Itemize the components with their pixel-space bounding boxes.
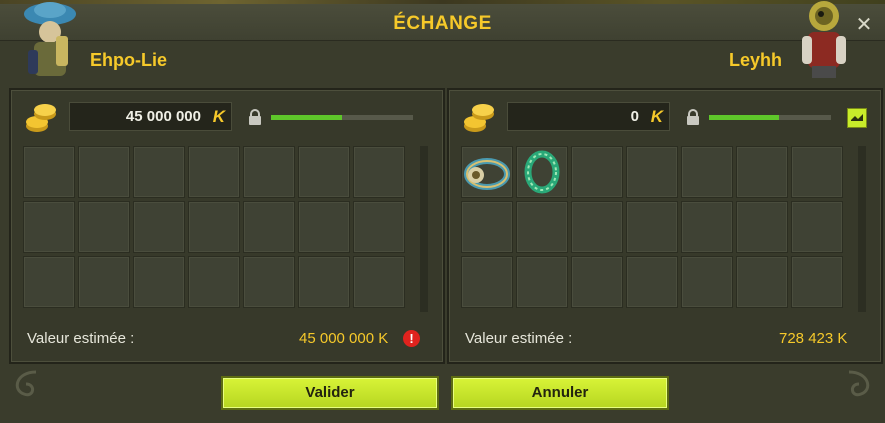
item-grid-right [461, 146, 851, 312]
player-avatar-right [802, 1, 846, 78]
ready-progress-left-fill [271, 115, 342, 120]
inventory-slot[interactable] [516, 201, 568, 253]
cancel-button[interactable]: Annuler [451, 376, 669, 410]
inventory-slot[interactable] [571, 201, 623, 253]
ready-progress-right [709, 115, 831, 120]
close-icon[interactable]: ✕ [852, 13, 876, 37]
kamas-value-left: 45 000 000 [125, 108, 201, 125]
left-trade-panel: 45 000 000 K Valeur estimée : 45 000 000… [9, 88, 445, 364]
exchange-window: ÉCHANGE ✕ Ehpo-Lie Leyhh 45 000 000 K Va… [0, 0, 885, 423]
item-grid-left [23, 146, 413, 312]
estimated-value-left: 45 000 000 K [299, 330, 389, 347]
inventory-slot[interactable] [78, 256, 130, 308]
estimated-value-label-right: Valeur estimée : [465, 330, 573, 347]
inventory-slot[interactable] [133, 256, 185, 308]
title-bar[interactable]: ÉCHANGE ✕ [0, 4, 885, 41]
ornament-left [15, 370, 37, 397]
player-avatar-left [24, 2, 76, 76]
inventory-slot[interactable] [243, 201, 295, 253]
inventory-slot[interactable] [626, 146, 678, 198]
inventory-slot[interactable] [353, 256, 405, 308]
inventory-slot[interactable] [736, 201, 788, 253]
inventory-slot[interactable] [736, 146, 788, 198]
inventory-slot[interactable] [133, 201, 185, 253]
inventory-slot[interactable] [626, 256, 678, 308]
inventory-slot[interactable] [571, 256, 623, 308]
inventory-slot[interactable] [243, 146, 295, 198]
scrollbar-left[interactable] [420, 146, 428, 312]
inventory-slot[interactable] [736, 256, 788, 308]
ring-item-gold-icon[interactable] [462, 158, 512, 201]
inventory-slot[interactable] [791, 146, 843, 198]
inventory-slot[interactable] [626, 201, 678, 253]
warning-icon[interactable]: ! [403, 330, 420, 347]
inventory-slot[interactable] [298, 256, 350, 308]
inventory-slot[interactable] [243, 256, 295, 308]
inventory-slot[interactable] [681, 201, 733, 253]
inventory-slot[interactable] [298, 201, 350, 253]
inventory-slot[interactable] [78, 146, 130, 198]
kamas-icon: K [212, 107, 225, 126]
inventory-slot[interactable] [188, 256, 240, 308]
scrollbar-right[interactable] [858, 146, 866, 312]
inventory-slot[interactable] [23, 201, 75, 253]
ready-toggle-icon[interactable] [847, 108, 867, 128]
inventory-slot[interactable] [78, 201, 130, 253]
inventory-slot[interactable] [298, 146, 350, 198]
inventory-slot[interactable] [133, 146, 185, 198]
kamas-icon: K [650, 107, 663, 126]
inventory-slot[interactable] [516, 256, 568, 308]
coins-icon [26, 104, 56, 132]
inventory-slot[interactable] [681, 256, 733, 308]
inventory-slot[interactable] [23, 256, 75, 308]
inventory-slot[interactable] [461, 256, 513, 308]
player-name-right: Leyhh [728, 50, 782, 70]
coins-icon [464, 104, 494, 132]
inventory-slot[interactable] [461, 146, 513, 198]
estimated-value-right: 728 423 K [779, 330, 848, 347]
kamas-input-left[interactable]: 45 000 000 K [69, 102, 232, 131]
inventory-slot[interactable] [791, 256, 843, 308]
inventory-slot[interactable] [681, 146, 733, 198]
validate-button[interactable]: Valider [221, 376, 439, 410]
lock-icon[interactable] [247, 109, 263, 125]
player-name-left: Ehpo-Lie [90, 50, 167, 70]
inventory-slot[interactable] [571, 146, 623, 198]
ready-progress-right-fill [709, 115, 779, 120]
inventory-slot[interactable] [353, 201, 405, 253]
inventory-slot[interactable] [188, 201, 240, 253]
inventory-slot[interactable] [461, 201, 513, 253]
estimated-value-label-left: Valeur estimée : [27, 330, 135, 347]
lock-icon [687, 109, 699, 125]
inventory-slot[interactable] [516, 146, 568, 198]
kamas-value-right: 0 [630, 108, 639, 125]
ornament-right [848, 370, 870, 397]
ready-progress-left [271, 115, 413, 120]
inventory-slot[interactable] [353, 146, 405, 198]
ring-item-green-icon[interactable] [517, 150, 567, 201]
kamas-input-right: 0 K [507, 102, 670, 131]
right-trade-panel: 0 K Valeur estimée : 728 423 K [447, 88, 883, 364]
inventory-slot[interactable] [791, 201, 843, 253]
window-title: ÉCHANGE [393, 13, 492, 34]
inventory-slot[interactable] [188, 146, 240, 198]
inventory-slot[interactable] [23, 146, 75, 198]
